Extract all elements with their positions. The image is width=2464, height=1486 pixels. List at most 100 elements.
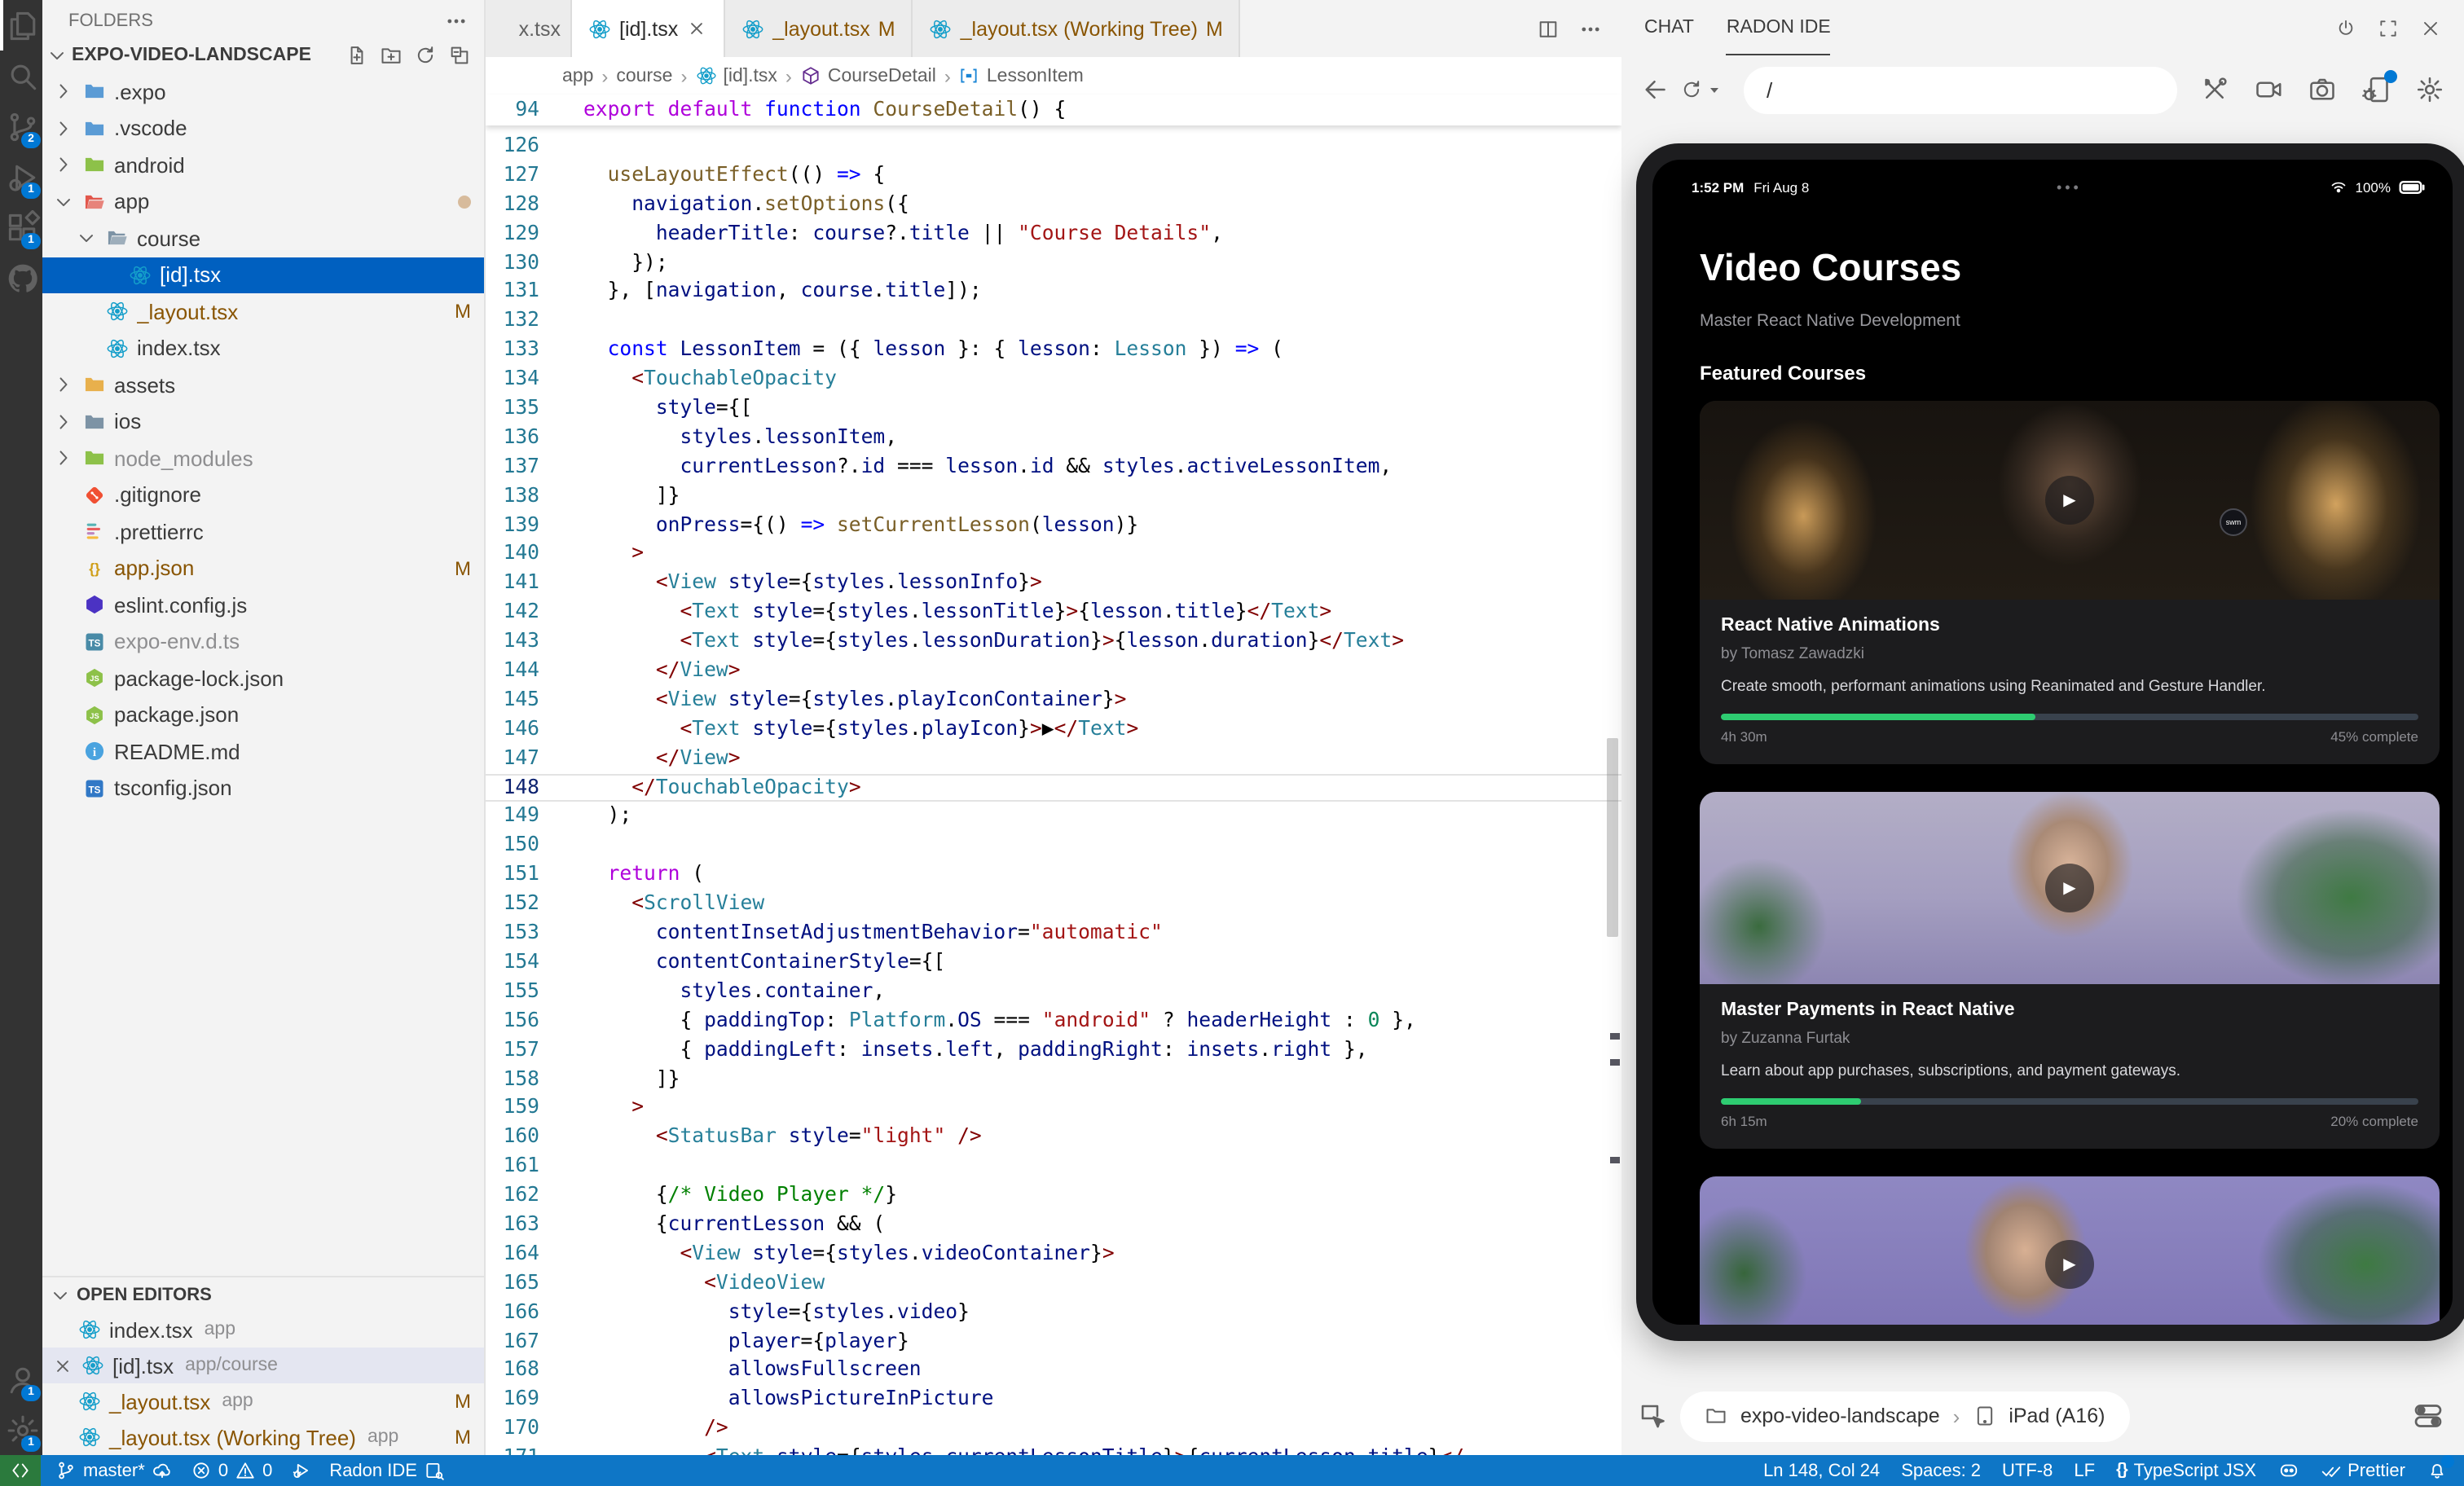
- code-line-158[interactable]: 158 ]}: [486, 1065, 1621, 1094]
- status-item-notifications[interactable]: [2427, 1460, 2448, 1481]
- play-button[interactable]: ▶: [2045, 1240, 2094, 1289]
- activity-item-source-control[interactable]: 2: [0, 101, 42, 152]
- refresh-icon[interactable]: [414, 44, 437, 67]
- activity-item-explorer[interactable]: [0, 0, 42, 51]
- status-item-eol[interactable]: LF: [2074, 1461, 2095, 1480]
- code-line-141[interactable]: 141 <View style={styles.lessonInfo}>: [486, 569, 1621, 599]
- code-line-131[interactable]: 131 }, [navigation, course.title]);: [486, 278, 1621, 307]
- code-line-167[interactable]: 167 player={player}: [486, 1327, 1621, 1356]
- folders-more-actions-icon[interactable]: [445, 9, 468, 32]
- open-editor-_layout.tsx (Working Tree)[interactable]: _layout.tsx (Working Tree)appM: [42, 1419, 484, 1455]
- close-small-icon[interactable]: [686, 18, 707, 39]
- code-line-170[interactable]: 170 />: [486, 1414, 1621, 1444]
- course-thumbnail[interactable]: ▶: [1700, 1176, 2440, 1325]
- tree-item-app.json[interactable]: {}app.jsonM: [42, 550, 484, 587]
- new-file-icon[interactable]: [345, 44, 368, 67]
- reload-button[interactable]: [1680, 78, 1724, 101]
- code-line-127[interactable]: 127 useLayoutEffect(() => {: [486, 161, 1621, 191]
- tree-item-_layout.tsx[interactable]: _layout.tsxM: [42, 293, 484, 330]
- status-item-encoding[interactable]: UTF-8: [2002, 1461, 2053, 1480]
- close-small-icon[interactable]: [52, 1355, 73, 1376]
- play-button[interactable]: ▶: [2045, 476, 2094, 525]
- breadcrumb-item-app[interactable]: app: [562, 66, 593, 86]
- status-item-problems[interactable]: 00: [191, 1460, 273, 1481]
- code-line-162[interactable]: 162 {/* Video Player */}: [486, 1181, 1621, 1211]
- code-line-161[interactable]: 161: [486, 1152, 1621, 1181]
- code-line-147[interactable]: 147 </View>: [486, 744, 1621, 773]
- status-item-radon-ide[interactable]: Radon IDE: [329, 1460, 445, 1481]
- tab-chat[interactable]: CHAT: [1644, 0, 1694, 55]
- editor-tab-_layout.tsx[interactable]: _layout.tsxM: [725, 0, 913, 57]
- breadcrumb-item-CourseDetail[interactable]: CourseDetail: [800, 65, 936, 86]
- code-line-164[interactable]: 164 <View style={styles.videoContainer}>: [486, 1240, 1621, 1269]
- remote-indicator[interactable]: [0, 1455, 41, 1486]
- status-item-indentation[interactable]: Spaces: 2: [1901, 1461, 1981, 1480]
- tree-item-.prettierrc[interactable]: .prettierrc: [42, 513, 484, 550]
- tree-item-eslint.config.js[interactable]: eslint.config.js: [42, 587, 484, 623]
- code-area[interactable]: 94export default function CourseDetail()…: [486, 95, 1621, 1455]
- project-device-selector[interactable]: expo-video-landscape › iPad (A16): [1680, 1391, 2129, 1441]
- code-line-144[interactable]: 144 </View>: [486, 657, 1621, 686]
- activity-item-extensions[interactable]: 1: [0, 202, 42, 253]
- code-line-130[interactable]: 130 });: [486, 248, 1621, 278]
- course-thumbnail[interactable]: ▶swm: [1700, 401, 2440, 600]
- tree-item-assets[interactable]: assets: [42, 367, 484, 403]
- editor-tab-x.tsx[interactable]: x.tsx: [486, 0, 572, 57]
- activity-item-github[interactable]: [0, 253, 42, 303]
- code-line-151[interactable]: 151 return (: [486, 861, 1621, 890]
- code-line-136[interactable]: 136 styles.lessonItem,: [486, 424, 1621, 453]
- code-line-139[interactable]: 139 onPress={() => setCurrentLesson(less…: [486, 511, 1621, 540]
- new-folder-icon[interactable]: [380, 44, 403, 67]
- code-line-145[interactable]: 145 <View style={styles.playIconContaine…: [486, 686, 1621, 715]
- code-line-153[interactable]: 153 contentInsetAdjustmentBehavior="auto…: [486, 919, 1621, 948]
- activity-item-run-debug[interactable]: 1: [0, 152, 42, 202]
- sticky-scroll-line[interactable]: 94export default function CourseDetail()…: [486, 95, 1621, 125]
- open-editor-_layout.tsx[interactable]: _layout.tsxappM: [42, 1383, 484, 1419]
- code-line-165[interactable]: 165 <VideoView: [486, 1268, 1621, 1298]
- tab-radon-ide[interactable]: RADON IDE: [1727, 0, 1831, 55]
- activity-item-accounts[interactable]: 1: [0, 1354, 42, 1405]
- code-line-142[interactable]: 142 <Text style={styles.lessonTitle}>{le…: [486, 599, 1621, 628]
- code-line-160[interactable]: 160 <StatusBar style="light" />: [486, 1123, 1621, 1153]
- code-line-132[interactable]: 132: [486, 307, 1621, 336]
- open-editor-index.tsx[interactable]: index.tsxapp: [42, 1312, 484, 1348]
- collapse-all-icon[interactable]: [448, 44, 471, 67]
- status-item-prettier[interactable]: Prettier: [2320, 1460, 2405, 1481]
- status-item-cursor-position[interactable]: Ln 148, Col 24: [1763, 1461, 1880, 1480]
- editor-tab-[id].tsx[interactable]: [id].tsx: [572, 0, 725, 57]
- tree-root-expo-video-landscape[interactable]: EXPO-VIDEO-LANDSCAPE: [42, 37, 484, 73]
- expand-icon[interactable]: [2378, 17, 2399, 38]
- code-line-154[interactable]: 154 contentContainerStyle={[: [486, 948, 1621, 978]
- tree-item-android[interactable]: android: [42, 147, 484, 183]
- code-line-135[interactable]: 135 style={[: [486, 394, 1621, 424]
- code-line-169[interactable]: 169 allowsPictureInPicture: [486, 1386, 1621, 1415]
- code-line-149[interactable]: 149 );: [486, 802, 1621, 832]
- course-card-Master Payments in React Native[interactable]: ▶Master Payments in React Nativeby Zuzan…: [1700, 792, 2440, 1149]
- code-line-137[interactable]: 137 currentLesson?.id === lesson.id && s…: [486, 453, 1621, 482]
- tree-item-package-lock.json[interactable]: JSpackage-lock.json: [42, 660, 484, 697]
- code-line-152[interactable]: 152 <ScrollView: [486, 890, 1621, 919]
- code-line-168[interactable]: 168 allowsFullscreen: [486, 1356, 1621, 1386]
- code-line-156[interactable]: 156 { paddingTop: Platform.OS === "andro…: [486, 1006, 1621, 1035]
- code-line-140[interactable]: 140 >: [486, 540, 1621, 569]
- device-settings-icon[interactable]: [2415, 75, 2444, 104]
- back-icon[interactable]: [1641, 75, 1670, 104]
- code-line-171[interactable]: 171 <Text style={styles.currentLessonTit…: [486, 1444, 1621, 1455]
- code-line-133[interactable]: 133 const LessonItem = ({ lesson }: { le…: [486, 336, 1621, 365]
- tree-item-.vscode[interactable]: .vscode: [42, 110, 484, 147]
- more-icon[interactable]: [1579, 17, 1602, 40]
- code-line-163[interactable]: 163 {currentLesson && (: [486, 1211, 1621, 1240]
- code-line-146[interactable]: 146 <Text style={styles.playIcon}>▶</Tex…: [486, 715, 1621, 745]
- tree-item-README.md[interactable]: iREADME.md: [42, 733, 484, 770]
- element-inspector-icon[interactable]: [1638, 1401, 1667, 1431]
- breadcrumb-item-LessonItem[interactable]: LessonItem: [959, 65, 1084, 86]
- screenshot-icon[interactable]: [2308, 75, 2337, 104]
- screen-recording-icon[interactable]: [2254, 75, 2283, 104]
- tree-item-package.json[interactable]: JSpackage.json: [42, 697, 484, 733]
- course-card-Performance Optimization in React Native[interactable]: ▶Performance Optimization in React Nativ…: [1700, 1176, 2440, 1325]
- multitasking-dots[interactable]: •••: [1809, 179, 2329, 196]
- status-item-language-mode[interactable]: {}TypeScript JSX: [2116, 1461, 2256, 1480]
- status-item-git-branch[interactable]: master*: [55, 1460, 173, 1481]
- code-line-155[interactable]: 155 styles.container,: [486, 978, 1621, 1007]
- tree-item-[id].tsx[interactable]: [id].tsx: [42, 257, 484, 293]
